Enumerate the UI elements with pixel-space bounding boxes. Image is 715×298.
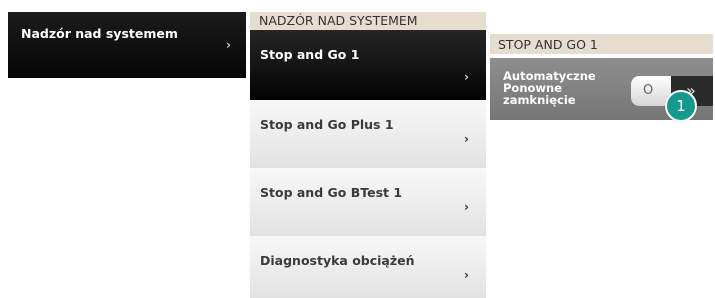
auto-reclose-label: Automatyczne Ponowne zamknięcie [503, 70, 623, 106]
submenu-item-stop-and-go-btest-1[interactable]: Stop and Go BTest 1 › [250, 168, 486, 236]
detail-header-title: STOP AND GO 1 [498, 37, 598, 52]
chevron-right-icon: › [464, 268, 469, 282]
detail-header: STOP AND GO 1 [490, 34, 713, 54]
chevron-right-icon: › [464, 70, 469, 84]
submenu-item-label: Diagnostyka obciążeń [260, 253, 415, 268]
system-supervision-menu-item[interactable]: Nadzór nad systemem › [8, 12, 246, 78]
submenu-item-label: Stop and Go 1 [260, 47, 360, 62]
setting-label-line: zamknięcie [503, 93, 576, 107]
callout-number-badge: 1 [665, 90, 697, 122]
submenu-item-stop-and-go-1[interactable]: Stop and Go 1 › [250, 30, 486, 100]
submenu-header-title: NADZÓR NAD SYSTEMEM [259, 13, 418, 28]
system-supervision-submenu: NADZÓR NAD SYSTEMEM Stop and Go 1 › Stop… [250, 12, 486, 298]
off-state-icon: O [643, 83, 654, 98]
chevron-right-icon: › [464, 200, 469, 214]
menu-item-label: Nadzór nad systemem [21, 26, 178, 41]
chevron-right-icon: › [464, 132, 469, 146]
submenu-item-load-diagnostics[interactable]: Diagnostyka obciążeń › [250, 236, 486, 298]
submenu-header: NADZÓR NAD SYSTEMEM [250, 12, 486, 30]
chevron-right-icon: › [226, 38, 231, 52]
submenu-item-stop-and-go-plus-1[interactable]: Stop and Go Plus 1 › [250, 100, 486, 168]
submenu-item-label: Stop and Go Plus 1 [260, 117, 394, 132]
submenu-item-label: Stop and Go BTest 1 [260, 185, 403, 200]
